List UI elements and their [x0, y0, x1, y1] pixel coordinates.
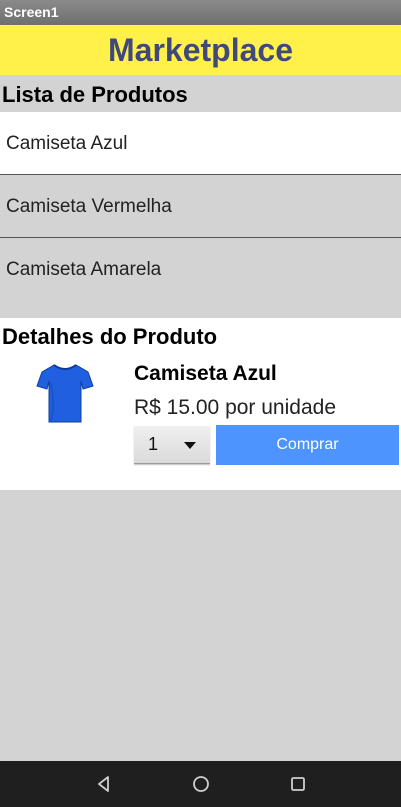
product-list-label: Lista de Produtos — [2, 82, 188, 107]
product-details-label: Detalhes do Produto — [2, 324, 218, 349]
quantity-value: 1 — [148, 434, 159, 454]
tshirt-icon — [36, 364, 94, 423]
list-item[interactable]: Camiseta Amarela — [0, 238, 401, 301]
list-item[interactable]: Camiseta Azul — [0, 112, 401, 175]
recents-icon[interactable] — [288, 774, 308, 794]
product-name: Camiseta Azul — [134, 362, 277, 385]
chevron-down-icon — [184, 442, 196, 449]
product-price: R$ 15.00 por unidade — [134, 396, 336, 419]
buy-button[interactable]: Comprar — [216, 425, 399, 465]
list-item[interactable]: Camiseta Vermelha — [0, 175, 401, 238]
quantity-dropdown[interactable]: 1 — [134, 426, 210, 464]
system-nav-bar — [0, 761, 401, 807]
window-title: Screen1 — [0, 0, 401, 25]
back-icon[interactable] — [94, 774, 114, 794]
home-icon[interactable] — [191, 774, 211, 794]
app-header-title: Marketplace — [0, 25, 401, 75]
product-list: Camiseta Azul Camiseta Vermelha Camiseta… — [0, 112, 401, 318]
